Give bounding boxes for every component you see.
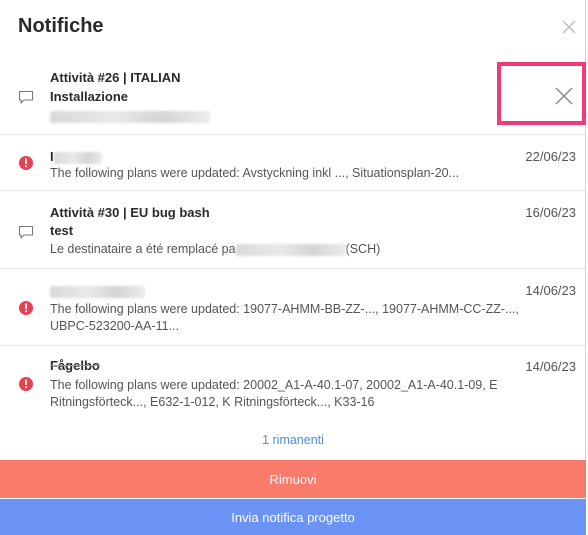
notification-body: The following plans were updated: 20002_… <box>50 378 498 409</box>
dismiss-notification-button[interactable] <box>497 62 586 125</box>
close-icon[interactable] <box>562 20 576 34</box>
notification-item[interactable]: Fågelbo The following plans were updated… <box>0 346 586 426</box>
notification-title: Attività #30 | EU bug bash <box>50 205 210 220</box>
notifications-panel: Notifiche Attività #26 | ITALIAN Install… <box>0 0 586 535</box>
alert-icon <box>18 155 34 171</box>
remaining-link[interactable]: 1 rimanenti <box>0 433 586 447</box>
notification-item[interactable]: The following plans were updated: 19077-… <box>0 269 586 346</box>
notification-body: The following plans were updated: 19077-… <box>50 302 519 333</box>
notification-date: 16/06/23 <box>525 205 576 220</box>
redacted-text <box>235 243 346 256</box>
redacted-text <box>53 151 102 164</box>
notification-item[interactable]: Attività #30 | EU bug bash test Le desti… <box>0 191 586 269</box>
comment-icon <box>18 89 34 105</box>
notification-title: I <box>50 149 102 164</box>
send-project-notification-button[interactable]: Invia notifica progetto <box>0 499 586 535</box>
notification-body <box>50 108 546 125</box>
notification-title <box>50 283 145 298</box>
panel-title: Notifiche <box>18 15 104 37</box>
alert-icon <box>18 300 34 316</box>
panel-header: Notifiche <box>0 0 586 56</box>
remove-button[interactable]: Rimuovi <box>0 460 586 498</box>
notification-subtitle: Installazione <box>50 89 129 104</box>
alert-icon <box>18 376 34 392</box>
comment-icon <box>18 224 34 240</box>
notification-title: Attività #26 | ITALIAN <box>50 70 181 85</box>
notification-date: 22/06/23 <box>525 149 576 164</box>
redacted-text <box>50 110 210 123</box>
notification-subtitle: test <box>50 223 74 238</box>
notification-body: Le destinataire a été remplacé pa (SCH) <box>50 242 381 256</box>
notification-item[interactable]: I The following plans were updated: Avst… <box>0 135 586 191</box>
close-icon <box>555 87 573 105</box>
notification-title: Fågelbo <box>50 358 100 373</box>
notification-body: The following plans were updated: Avstyc… <box>50 166 460 180</box>
redacted-text <box>50 285 145 298</box>
notification-date: 14/06/23 <box>525 359 576 374</box>
notification-date: 14/06/23 <box>525 283 576 298</box>
